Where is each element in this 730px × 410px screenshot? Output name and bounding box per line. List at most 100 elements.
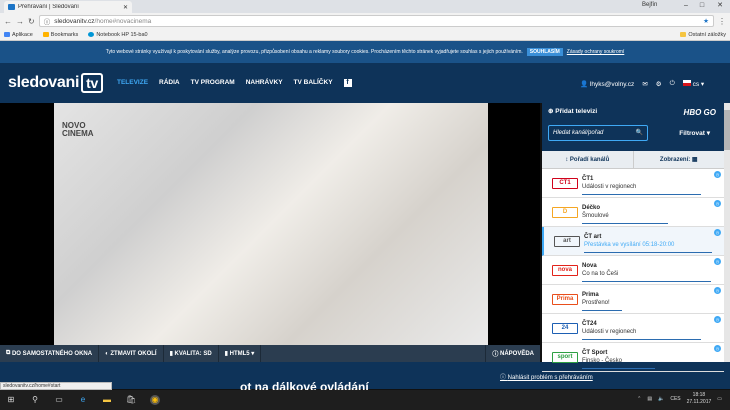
clock[interactable]: 18:18 27.11.2017: [687, 392, 712, 406]
help-button[interactable]: ⓘ NÁPOVĚDA: [485, 345, 540, 362]
privacy-link[interactable]: Zásady ochrany soukromí: [567, 49, 625, 55]
power-icon[interactable]: ⏻: [670, 80, 675, 88]
site-logo[interactable]: sledovani tv: [8, 73, 103, 93]
favicon-icon: [8, 4, 15, 10]
view-toggle[interactable]: Zobrazení: ▦: [634, 151, 725, 168]
nav-radia[interactable]: RÁDIA: [159, 79, 180, 87]
status-bar-url: sledovanitv.cz/home#start: [0, 382, 112, 390]
main-nav: TELEVIZE RÁDIA TV PROGRAM NAHRÁVKY TV BA…: [117, 79, 352, 87]
file-explorer-icon[interactable]: ▬: [102, 395, 112, 405]
current-program: Prostřeno!: [582, 300, 610, 306]
channel-list: ČT1 ČT1 Události v regionech ◷ D Déčko Šmoulov…: [542, 169, 724, 372]
channel-text: ČT Sport Finsko - Česko: [582, 349, 622, 365]
current-program: Finsko - Česko: [582, 358, 623, 364]
star-icon: [42, 32, 49, 37]
channel-item[interactable]: ČT1 ČT1 Události v regionech ◷: [542, 169, 724, 198]
menu-icon[interactable]: ⋮: [718, 17, 726, 26]
channel-sidebar: ⊕ Přidat televizi HBO GO Hledat kanál/po…: [542, 103, 725, 372]
replay-badge-icon[interactable]: ◷: [714, 229, 721, 236]
replay-badge-icon[interactable]: ◷: [714, 258, 721, 265]
language-select[interactable]: cs ▾: [682, 80, 704, 88]
network-icon[interactable]: ▤: [647, 396, 652, 402]
program-progress: [582, 367, 655, 369]
replay-badge-icon[interactable]: ◷: [714, 200, 721, 207]
channel-logo: ČT1: [552, 177, 578, 189]
add-channel-button[interactable]: ⊕ Přidat televizi: [548, 108, 597, 115]
channel-item[interactable]: art ČT art Přestávka ve vysílání 05:18-20:…: [542, 227, 724, 256]
agree-button[interactable]: SOUHLASÍM: [526, 48, 563, 56]
bookmark-notebook[interactable]: Notebook HP 15-ba0: [88, 32, 148, 38]
sort-button[interactable]: ↕ Pořadí kanálů: [542, 151, 634, 168]
video-frame[interactable]: [54, 103, 488, 345]
bookmark-apps[interactable]: Aplikace: [4, 32, 33, 38]
browser-tab[interactable]: Přehrávání | Sledovaní ✕: [4, 1, 132, 13]
replay-badge-icon[interactable]: ◷: [714, 287, 721, 294]
back-icon[interactable]: ←: [4, 17, 12, 26]
task-view-icon[interactable]: ▭: [54, 395, 64, 405]
gear-icon[interactable]: ⚙: [656, 80, 662, 88]
user-account[interactable]: 👤 lhyks@volny.cz: [580, 80, 634, 88]
other-bookmarks[interactable]: Ostatní záložky: [680, 32, 726, 38]
minimize-icon[interactable]: –: [680, 1, 692, 11]
hbo-go-logo[interactable]: HBO GO: [684, 108, 716, 117]
close-tab-icon[interactable]: ✕: [123, 4, 128, 11]
program-progress: [582, 193, 701, 195]
channel-item[interactable]: D Déčko Šmoulové ◷: [542, 198, 724, 227]
program-progress: [582, 222, 668, 224]
store-icon[interactable]: 🛍: [126, 395, 136, 405]
edge-icon[interactable]: e: [78, 395, 88, 405]
info-icon: ⓘ: [43, 19, 51, 26]
nav-tv-balicky[interactable]: TV BALÍČKY: [294, 79, 333, 87]
channel-item[interactable]: 24 ČT24 Události v regionech ◷: [542, 314, 724, 343]
dim-button[interactable]: ◐ ZTMAVIT OKOLÍ: [99, 345, 164, 362]
windows-start-icon[interactable]: ⊞: [6, 395, 16, 405]
channel-item[interactable]: nova Nova Co na to Češi ◷: [542, 256, 724, 285]
popout-button[interactable]: ⧉ DO SAMOSTATNÉHO OKNA: [0, 345, 100, 362]
bookmark-bookmarks[interactable]: Bookmarks: [42, 32, 78, 38]
star-icon[interactable]: ★: [703, 17, 709, 25]
report-problem-link[interactable]: ⓘ Nahlásit problém s přehráváním: [500, 372, 593, 381]
facebook-icon[interactable]: f: [343, 79, 352, 87]
channel-name: ČT Sport: [582, 350, 608, 356]
current-program: Šmoulové: [582, 213, 609, 219]
channel-item[interactable]: sport ČT Sport Finsko - Česko ◷: [542, 343, 724, 372]
filter-dropdown[interactable]: Filtrovat ▾: [679, 129, 710, 137]
close-window-icon[interactable]: ✕: [714, 1, 726, 11]
replay-badge-icon[interactable]: ◷: [714, 345, 721, 352]
search-icon[interactable]: 🔍: [636, 129, 643, 136]
notifications-icon[interactable]: ▭: [717, 396, 722, 402]
channel-text: ČT1 Události v regionech: [582, 175, 636, 191]
url-field[interactable]: ⓘ sledovanitv.cz/home#novacinema ★: [38, 15, 714, 27]
program-progress: [582, 338, 701, 340]
chrome-icon[interactable]: ◉: [150, 395, 160, 405]
mail-icon[interactable]: ✉: [642, 80, 647, 88]
tab-title: Přehrávání | Sledovaní: [18, 4, 79, 10]
cookie-text: Tyto webové stránky využívají k poskytov…: [105, 49, 523, 55]
nav-tv-program[interactable]: TV PROGRAM: [191, 79, 235, 87]
scrollbar-thumb[interactable]: [724, 110, 730, 150]
current-program: Události v regionech: [582, 329, 637, 335]
channel-text: ČT art Přestávka ve vysílání 05:18-20:00: [584, 233, 674, 249]
current-program: Přestávka ve vysílání 05:18-20:00: [584, 242, 675, 248]
tray-expand-icon[interactable]: ⌃: [637, 396, 641, 402]
channel-name: Prima: [582, 292, 599, 298]
search-icon[interactable]: ⚲: [30, 395, 40, 405]
grid-icon[interactable]: ▦: [692, 156, 698, 163]
channel-search-input[interactable]: Hledat kanál/pořad 🔍: [548, 125, 648, 141]
browser-user[interactable]: Bejfín: [642, 2, 657, 8]
input-language[interactable]: CES: [670, 396, 680, 402]
replay-badge-icon[interactable]: ◷: [714, 316, 721, 323]
quality-button[interactable]: ▮ KVALITA: SD: [164, 345, 219, 362]
forward-icon[interactable]: →: [16, 17, 24, 26]
replay-badge-icon[interactable]: ◷: [714, 171, 721, 178]
volume-icon[interactable]: 🔈: [658, 396, 664, 402]
channel-watermark: NOVO CINEMA: [62, 121, 94, 138]
nav-nahravky[interactable]: NAHRÁVKY: [246, 79, 283, 87]
reload-icon[interactable]: ↻: [28, 17, 35, 26]
hp-icon: [88, 32, 95, 37]
channel-item[interactable]: Prima Prima Prostřeno! ◷: [542, 285, 724, 314]
maximize-icon[interactable]: □: [696, 1, 708, 11]
nav-televize[interactable]: TELEVIZE: [117, 79, 148, 87]
url-host: sledovanitv.cz: [54, 17, 95, 25]
player-type-select[interactable]: ▮ HTML5 ▾: [219, 345, 262, 362]
